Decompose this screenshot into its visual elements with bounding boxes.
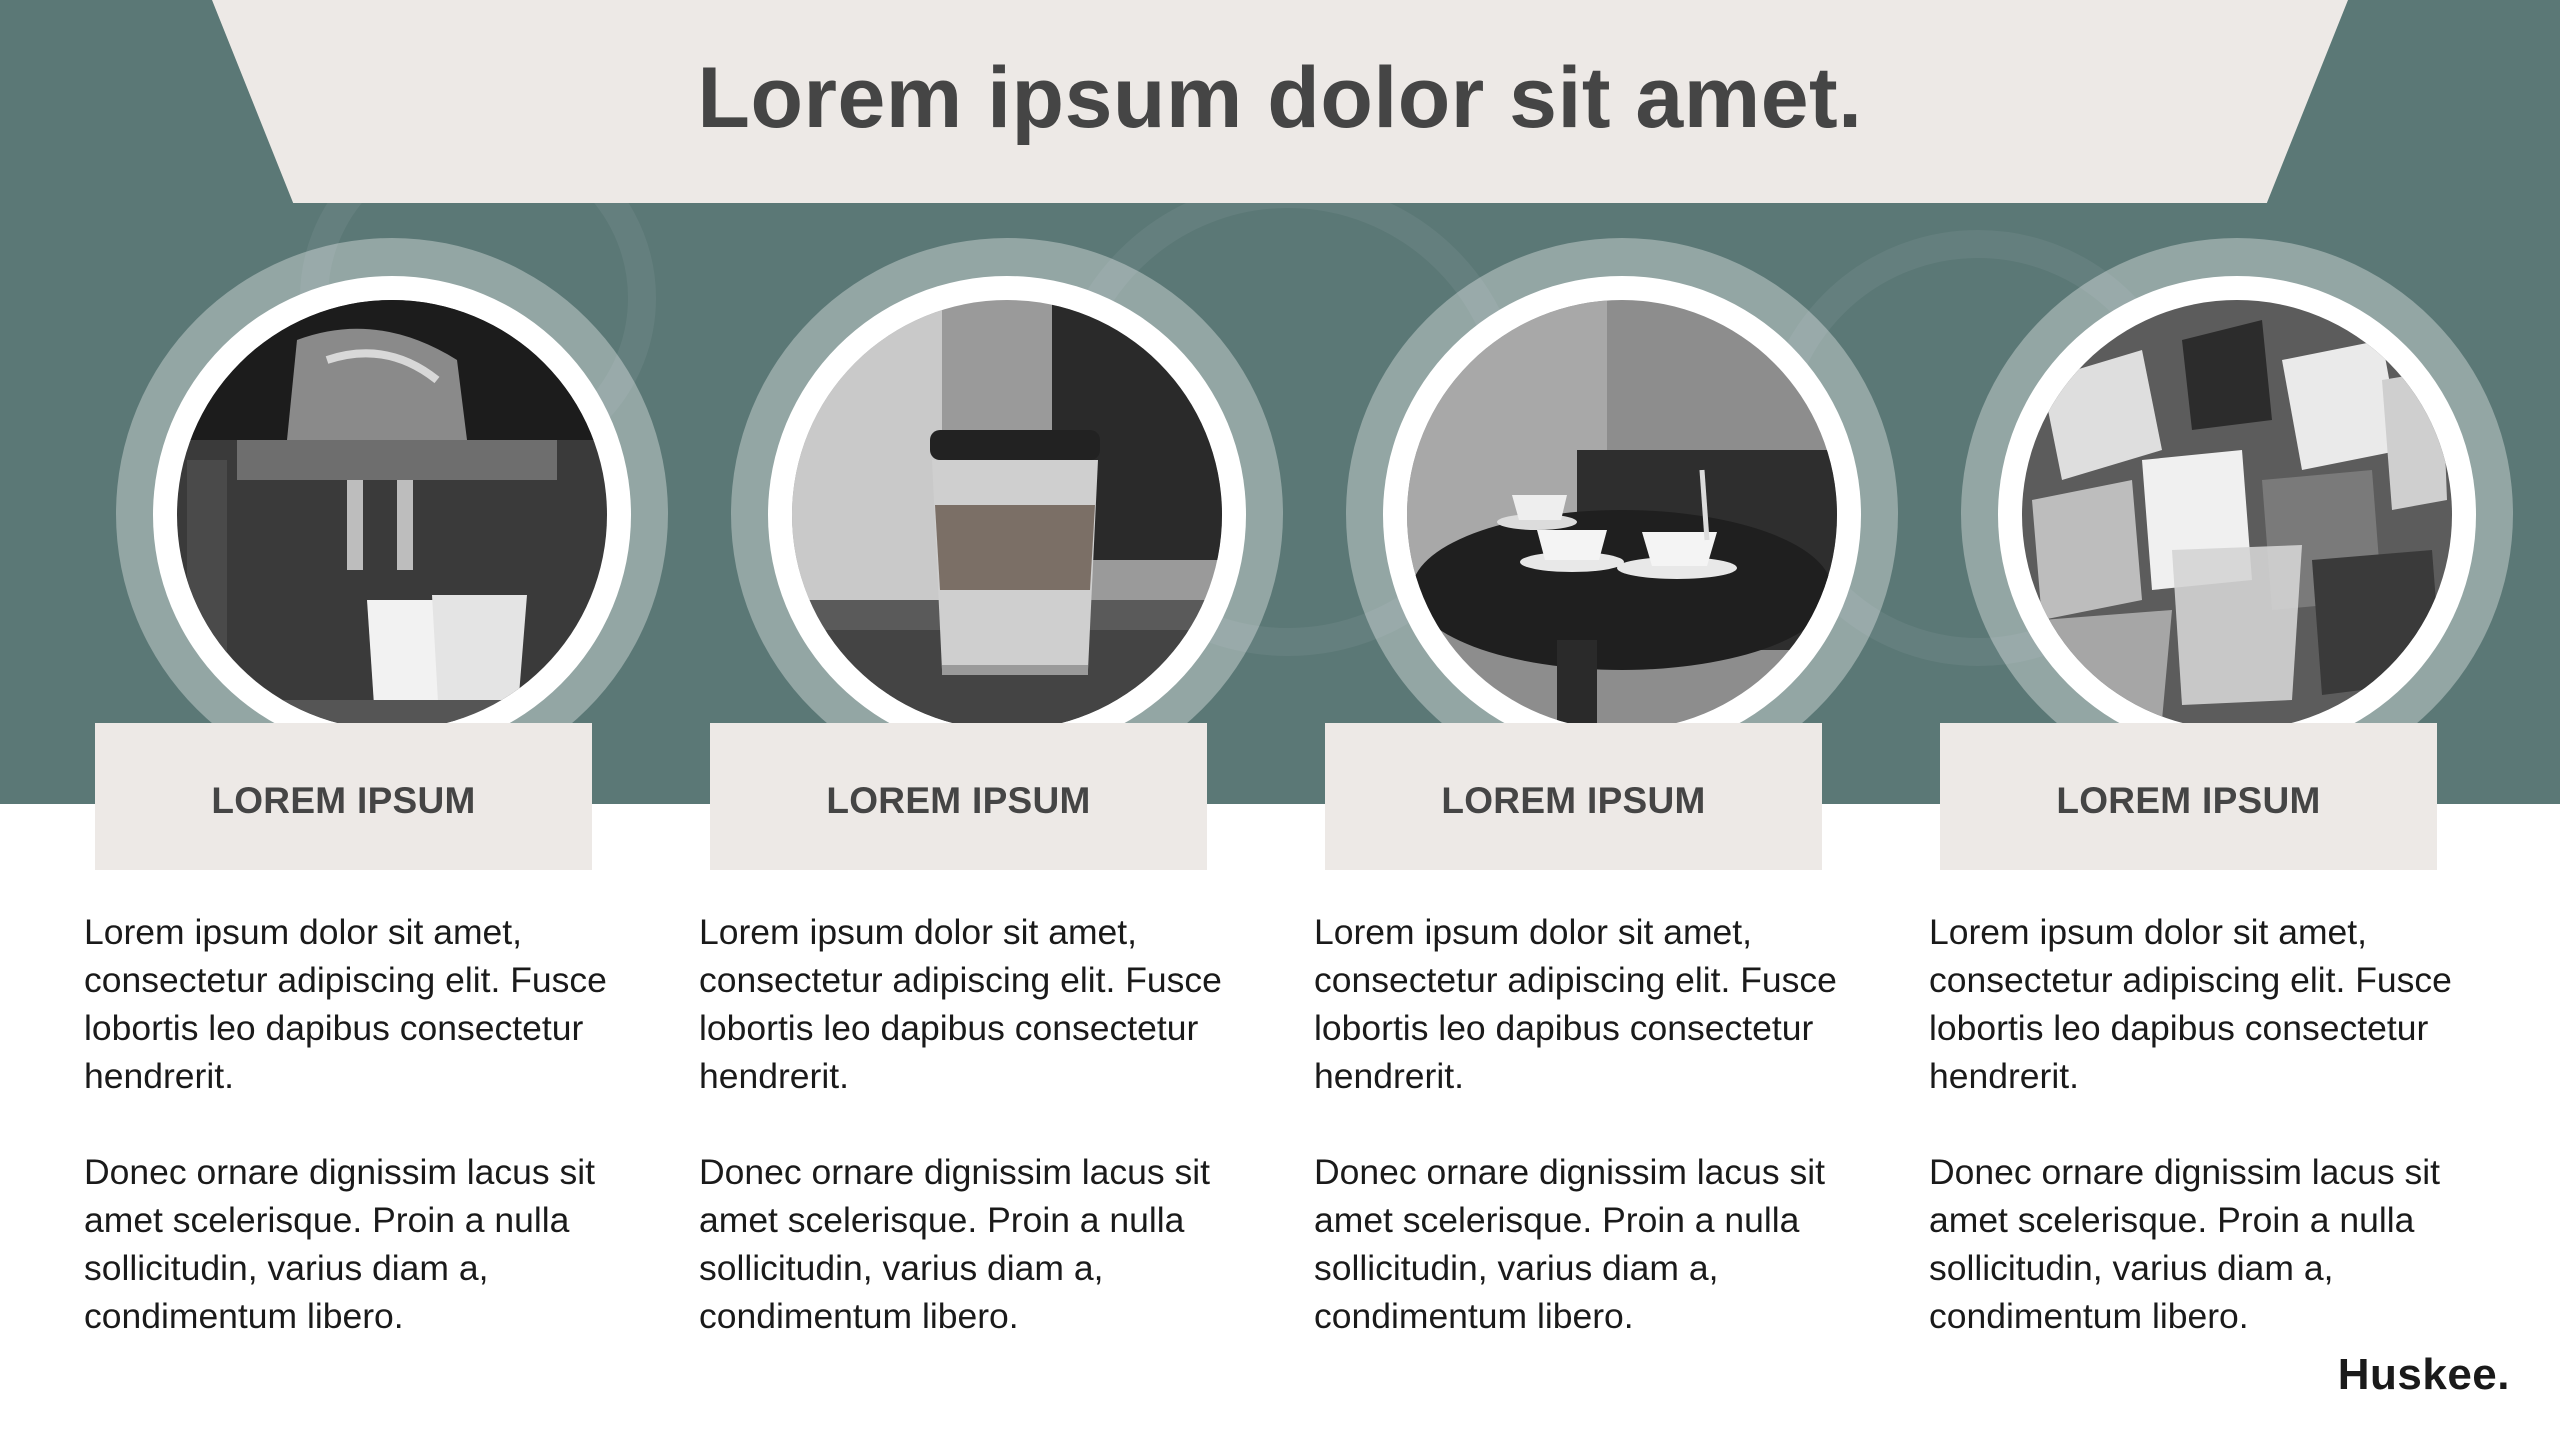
card-paragraph: Donec ornare dignissim lacus sit amet sc… xyxy=(1929,1152,2441,1336)
card-paragraph: Lorem ipsum dolor sit amet, consectetur … xyxy=(1929,912,2452,1096)
feature-card: LOREM IPSUM Lorem ipsum dolor sit amet, … xyxy=(1921,0,2536,1440)
card-label: LOREM IPSUM xyxy=(1441,779,1706,821)
feature-card: LOREM IPSUM Lorem ipsum dolor sit amet, … xyxy=(1306,0,1921,1440)
feature-card: LOREM IPSUM Lorem ipsum dolor sit amet, … xyxy=(691,0,1306,1440)
card-paragraph: Lorem ipsum dolor sit amet, consectetur … xyxy=(84,912,607,1096)
card-paragraph: Lorem ipsum dolor sit amet, consectetur … xyxy=(699,912,1222,1096)
card-label: LOREM IPSUM xyxy=(2056,779,2321,821)
card-body: Lorem ipsum dolor sit amet, consectetur … xyxy=(1314,908,1874,1388)
feature-card: LOREM IPSUM Lorem ipsum dolor sit amet, … xyxy=(76,0,691,1440)
card-body: Lorem ipsum dolor sit amet, consectetur … xyxy=(84,908,644,1388)
card-label: LOREM IPSUM xyxy=(211,779,476,821)
card-label-box: LOREM IPSUM xyxy=(1325,723,1822,870)
card-label-box: LOREM IPSUM xyxy=(1940,723,2437,870)
card-body: Lorem ipsum dolor sit amet, consectetur … xyxy=(1929,908,2489,1388)
card-paragraph: Lorem ipsum dolor sit amet, consectetur … xyxy=(1314,912,1837,1096)
reusable-cup-photo xyxy=(792,300,1222,730)
card-label: LOREM IPSUM xyxy=(826,779,1091,821)
card-paragraph: Donec ornare dignissim lacus sit amet sc… xyxy=(1314,1152,1826,1336)
disposable-cup-waste-photo xyxy=(2022,300,2452,730)
cafe-table-cups-photo xyxy=(1407,300,1837,730)
card-label-box: LOREM IPSUM xyxy=(95,723,592,870)
huskee-logo: Huskee. xyxy=(2337,1350,2510,1399)
card-paragraph: Donec ornare dignissim lacus sit amet sc… xyxy=(84,1152,596,1336)
card-body: Lorem ipsum dolor sit amet, consectetur … xyxy=(699,908,1259,1388)
card-paragraph: Donec ornare dignissim lacus sit amet sc… xyxy=(699,1152,1211,1336)
espresso-machine-photo xyxy=(177,300,607,730)
card-label-box: LOREM IPSUM xyxy=(710,723,1207,870)
